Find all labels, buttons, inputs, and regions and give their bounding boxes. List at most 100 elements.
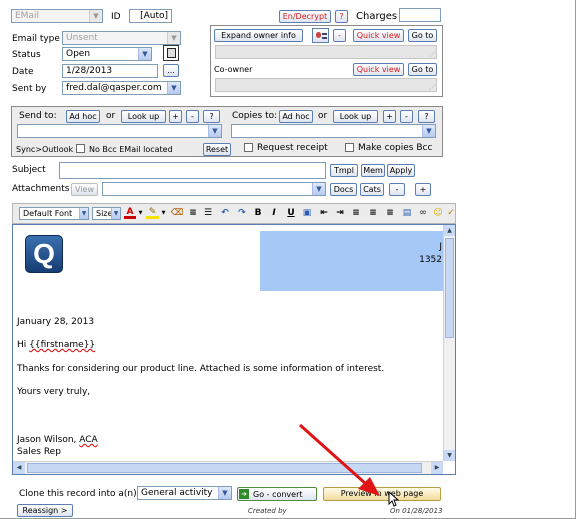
request-receipt-checkbox[interactable] — [244, 143, 253, 152]
memory-button[interactable]: Mem — [361, 164, 385, 177]
ordered-list-icon[interactable]: ≡ — [186, 207, 200, 220]
chevron-down-icon[interactable]: ▼ — [137, 207, 144, 220]
send-to-ad-hoc-button[interactable]: Ad hoc — [66, 110, 100, 123]
vertical-scroll-thumb[interactable] — [445, 238, 454, 338]
signer-name: Jason Wilson, — [17, 435, 80, 445]
email-type-select[interactable]: Unsent ▼ — [62, 31, 181, 45]
clone-select-value: General activity — [141, 488, 213, 498]
scroll-right-icon[interactable]: ▶ — [431, 462, 443, 474]
date-input[interactable]: 1/28/2013 — [62, 64, 158, 78]
link-icon[interactable]: ∞ — [416, 207, 430, 220]
owner-go-to-button[interactable]: Go to — [408, 29, 437, 42]
send-to-add-button[interactable]: + — [169, 110, 182, 123]
status-select[interactable]: Open ▼ — [62, 47, 152, 61]
copies-to-ad-hoc-button[interactable]: Ad hoc — [279, 110, 313, 123]
copies-to-look-up-button[interactable]: Look up — [333, 110, 378, 123]
preview-web-page-button[interactable]: Preview in web page — [323, 487, 441, 501]
clone-select[interactable]: General activity ▼ — [137, 486, 232, 500]
scroll-up-icon[interactable]: ▲ — [444, 225, 455, 236]
highlight-icon[interactable]: ✎ — [146, 207, 159, 219]
banner-text-2: 1352 — [419, 255, 442, 265]
redo-icon[interactable]: ↷ — [235, 207, 249, 220]
coowner-quick-view-button[interactable]: Quick view — [353, 63, 404, 76]
bullet-list-icon[interactable]: ☰ — [201, 207, 215, 220]
insert-image-icon[interactable]: ▤ — [400, 207, 414, 220]
scroll-left-icon[interactable]: ◀ — [13, 462, 25, 474]
send-to-help-button[interactable]: ? — [203, 110, 220, 123]
send-to-or-label: or — [106, 111, 116, 121]
cats-button[interactable]: Cats — [360, 183, 384, 196]
status-history-icon[interactable] — [163, 45, 179, 61]
date-label: Date — [12, 67, 34, 77]
underline-button[interactable]: U — [285, 207, 297, 220]
owner-quick-view-button[interactable]: Quick view — [353, 29, 404, 42]
align-right-icon[interactable]: ≡ — [383, 207, 397, 220]
chevron-down-icon: ▼ — [167, 32, 180, 44]
chevron-down-icon[interactable]: ▼ — [160, 207, 167, 220]
align-center-icon[interactable]: ≡ — [366, 207, 380, 220]
horizontal-scroll-thumb[interactable] — [27, 463, 422, 473]
go-convert-button[interactable]: ➜ Go - convert — [237, 487, 317, 501]
spellcheck-icon[interactable]: ✓ — [446, 207, 456, 220]
reassign-button[interactable]: Reassign > — [17, 504, 73, 517]
en-decrypt-help-button[interactable]: ? — [335, 10, 348, 23]
size-select[interactable]: Size ▼ — [92, 207, 121, 220]
contact-card-icon[interactable] — [312, 28, 329, 43]
copies-to-select[interactable]: ▼ — [231, 124, 436, 138]
sent-by-select[interactable]: fred.dal@qasper.com ▼ — [62, 81, 181, 95]
text-color-icon[interactable]: A — [124, 207, 136, 219]
logo-letter: Q — [33, 238, 55, 269]
make-copies-bcc-checkbox[interactable] — [345, 143, 354, 152]
no-bcc-checkbox[interactable] — [76, 144, 85, 153]
attachments-view-button[interactable]: View — [71, 183, 98, 196]
letter-body: Thanks for considering our product line.… — [17, 364, 385, 374]
chevron-down-icon: ▼ — [208, 125, 221, 137]
en-decrypt-button[interactable]: En/Decrypt — [279, 10, 331, 23]
go-arrow-icon: ➜ — [239, 489, 249, 499]
undo-icon[interactable]: ↶ — [218, 207, 232, 220]
outdent-icon[interactable]: ⇤ — [317, 207, 331, 220]
docs-button[interactable]: Docs — [330, 183, 357, 196]
horizontal-scrollbar[interactable]: ◀ ▶ — [13, 461, 443, 474]
chevron-down-icon: ▼ — [89, 10, 102, 22]
emoji-icon[interactable]: ☺ — [432, 207, 444, 220]
created-by-label: Created by — [248, 507, 287, 515]
send-to-look-up-button[interactable]: Look up — [121, 110, 166, 123]
editor-area[interactable]: Q J 1352 January 28, 2013 Hi {{firstname… — [12, 224, 456, 475]
vertical-scrollbar[interactable]: ▲ ▼ — [443, 225, 455, 461]
template-button[interactable]: Tmpl — [330, 164, 358, 177]
status-history-icon-glyph — [167, 48, 176, 58]
greeting-prefix: Hi — [17, 340, 30, 350]
email-type-top-select[interactable]: EMail ▼ — [11, 9, 103, 23]
owner-remove-button[interactable]: - — [333, 29, 346, 42]
copies-to-add-button[interactable]: + — [383, 110, 396, 123]
bold-button[interactable]: B — [252, 207, 264, 220]
date-picker-button[interactable]: ... — [163, 64, 179, 77]
make-copies-bcc-label: Make copies Bcc — [358, 143, 433, 153]
letterhead-banner: J 1352 — [260, 231, 443, 291]
send-to-select[interactable]: ▼ — [17, 124, 222, 138]
paste-icon[interactable]: ▣ — [300, 207, 314, 220]
apply-button[interactable]: Apply — [387, 164, 415, 177]
greeting-token: {{firstname}} — [29, 340, 96, 350]
subject-input[interactable] — [59, 162, 326, 179]
expand-owner-info-button[interactable]: Expand owner info — [214, 29, 303, 42]
font-select[interactable]: Default Font ▼ — [19, 207, 89, 220]
coowner-go-to-button[interactable]: Go to — [408, 63, 437, 76]
email-type-value: Unsent — [66, 33, 98, 43]
attachments-select[interactable]: ▼ — [102, 182, 326, 196]
chevron-down-icon: ▼ — [111, 208, 120, 219]
copies-to-help-button[interactable]: ? — [418, 110, 435, 123]
send-to-remove-button[interactable]: - — [186, 110, 199, 123]
reset-button[interactable]: Reset — [203, 143, 231, 156]
attachments-remove-button[interactable]: - — [389, 183, 405, 196]
indent-icon[interactable]: ⇥ — [333, 207, 347, 220]
sent-by-label: Sent by — [12, 84, 47, 94]
attachments-add-button[interactable]: + — [415, 183, 431, 196]
align-left-icon[interactable]: ≡ — [349, 207, 363, 220]
scroll-down-icon[interactable]: ▼ — [444, 450, 455, 461]
italic-button[interactable]: I — [269, 207, 279, 220]
eraser-icon[interactable]: ⌫ — [170, 207, 184, 220]
charges-input[interactable] — [399, 8, 441, 22]
copies-to-remove-button[interactable]: - — [400, 110, 413, 123]
